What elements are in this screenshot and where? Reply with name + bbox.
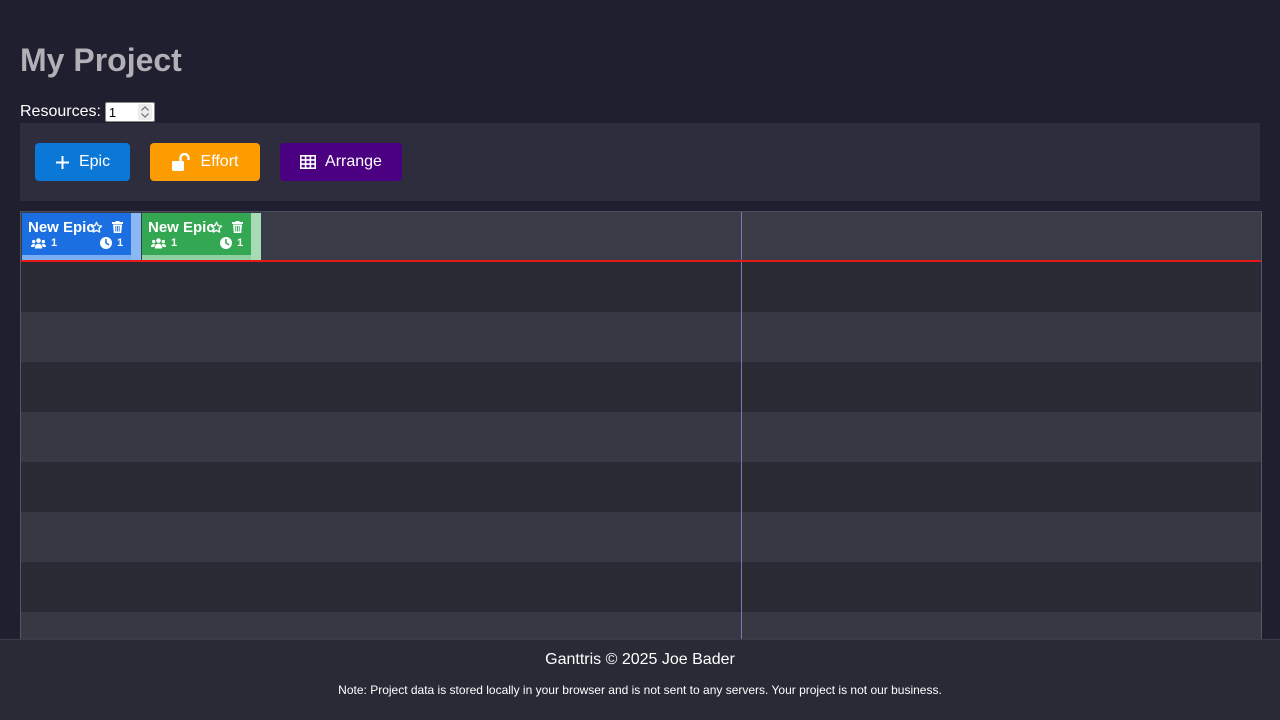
epic-effort: 1 — [100, 237, 123, 249]
arrange-label: Arrange — [325, 153, 382, 170]
epic-resize-handle[interactable] — [131, 213, 141, 260]
board-lane[interactable] — [21, 312, 1261, 362]
trash-icon[interactable] — [112, 221, 123, 233]
add-epic-label: Epic — [78, 153, 111, 170]
stepper-spin-buttons[interactable] — [137, 104, 152, 120]
footer-copyright: Ganttris © 2025 Joe Bader — [545, 651, 735, 668]
resources-input[interactable] — [105, 103, 139, 121]
footer: Ganttris © 2025 Joe Bader Note: Project … — [0, 639, 1280, 720]
board-lane[interactable] — [21, 612, 1261, 640]
epic-progress-bar — [22, 255, 141, 260]
epic-resources-value: 1 — [171, 237, 178, 249]
epic-effort-value: 1 — [117, 237, 124, 249]
epic-effort-value: 1 — [237, 237, 244, 249]
add-epic-button[interactable]: Epic — [35, 143, 130, 181]
gantt-board: New Epic 1 1 New Epic 1 1 — [20, 211, 1262, 640]
epic-resources-value: 1 — [51, 237, 58, 249]
resources-stepper[interactable] — [104, 102, 155, 122]
chevron-down-icon[interactable] — [140, 113, 149, 118]
epic-progress-bar — [142, 255, 261, 260]
board-lane[interactable] — [21, 262, 1261, 312]
star-icon[interactable] — [210, 221, 223, 234]
arrange-button[interactable]: Arrange — [280, 143, 402, 181]
board-lane[interactable] — [21, 412, 1261, 462]
page-title: My Project — [20, 42, 182, 78]
today-line — [21, 260, 1261, 262]
users-icon — [151, 237, 166, 248]
resources-label: Resources: — [20, 103, 101, 120]
star-icon[interactable] — [90, 221, 103, 234]
clock-icon — [220, 237, 232, 249]
unlock-icon — [171, 153, 190, 171]
grid-icon — [300, 155, 317, 169]
epic-resources: 1 — [151, 237, 177, 249]
board-lane[interactable] — [21, 512, 1261, 562]
epic-effort: 1 — [220, 237, 243, 249]
epic-resources: 1 — [31, 237, 57, 249]
epic-card[interactable]: New Epic 1 1 — [22, 213, 141, 260]
plus-icon — [55, 155, 69, 169]
toolbar: Epic Effort Arrange — [20, 123, 1260, 201]
users-icon — [31, 237, 46, 248]
trash-icon[interactable] — [232, 221, 243, 233]
board-lane[interactable] — [21, 362, 1261, 412]
timeline-divider — [741, 212, 742, 640]
resources-row: Resources: — [20, 101, 155, 123]
footer-note: Note: Project data is stored locally in … — [338, 683, 942, 697]
epic-card[interactable]: New Epic 1 1 — [142, 213, 261, 260]
chevron-up-icon[interactable] — [140, 106, 149, 111]
epic-resize-handle[interactable] — [251, 213, 261, 260]
effort-label: Effort — [200, 153, 239, 170]
board-lane[interactable] — [21, 462, 1261, 512]
board-lane[interactable] — [21, 562, 1261, 612]
effort-lock-button[interactable]: Effort — [150, 143, 260, 181]
clock-icon — [100, 237, 112, 249]
